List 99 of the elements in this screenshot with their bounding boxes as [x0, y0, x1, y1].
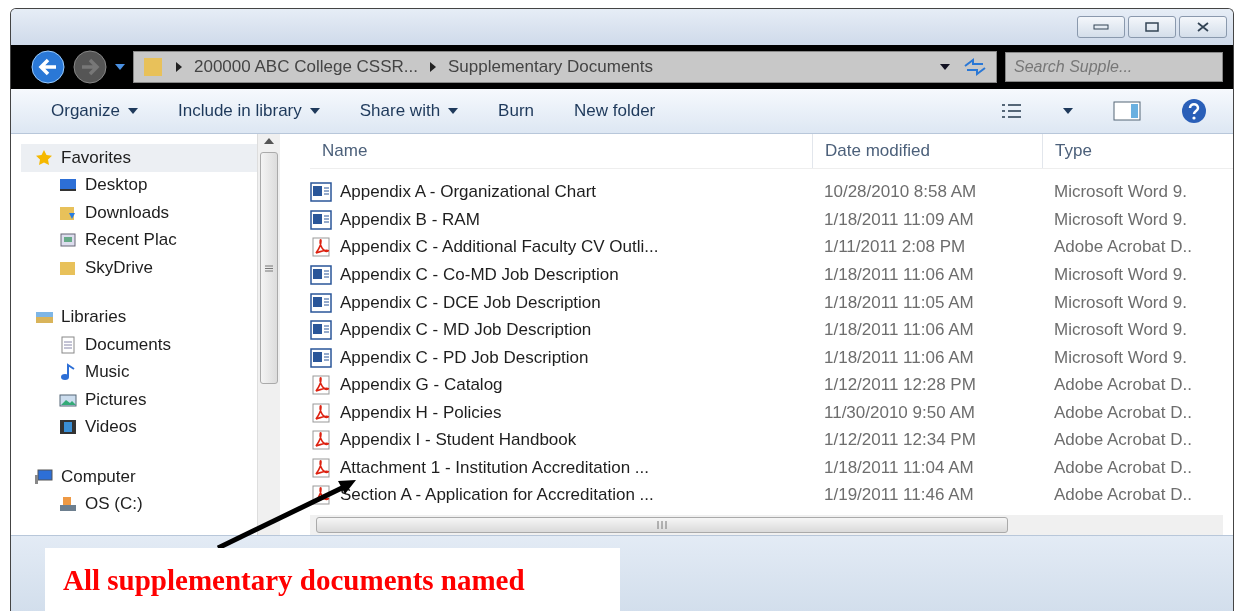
music-note-icon — [59, 363, 77, 382]
navigation-item[interactable]: Pictures — [21, 386, 257, 414]
minimize-icon — [1093, 24, 1109, 30]
date-cell-text: 1/11/2011 2:08 PM — [823, 237, 967, 258]
file-name[interactable]: Section A - Application for Accreditation ... — [310, 485, 812, 506]
type-cell-text: Adobe Acrobat D.. — [1053, 485, 1193, 506]
toolbar-button[interactable]: Burn — [498, 101, 534, 121]
column-header[interactable]: Name — [310, 134, 812, 168]
search-field[interactable]: Search Supple... — [1005, 52, 1223, 82]
caret-icon — [1063, 108, 1073, 114]
toolbar-button[interactable]: Organize — [51, 101, 138, 121]
breadcrumb-arrow-icon — [176, 62, 182, 72]
column-header[interactable]: Date modified — [812, 134, 1042, 168]
navigation-item[interactable]: SkyDrive — [21, 254, 257, 282]
date-cell-text: 1/12/2011 12:28 PM — [823, 375, 977, 396]
navigation-group[interactable]: Favorites — [21, 144, 257, 172]
navigation-item[interactable]: Music — [21, 358, 257, 386]
file-name[interactable]: Appendix A - Organizational Chart — [310, 182, 812, 203]
file-name[interactable]: Appendix C - Co-MD Job Description — [310, 264, 812, 285]
toolbar-button[interactable]: New folder — [574, 101, 656, 121]
navigation-item[interactable]: Recent Plac — [21, 226, 257, 254]
navigation-group[interactable]: Libraries — [21, 303, 257, 331]
type-cell-text: Microsoft Word 9. — [1053, 264, 1188, 285]
date-cell-text: 1/18/2011 11:06 AM — [823, 320, 975, 341]
pdf-document-icon — [310, 237, 332, 258]
breadcrumb-segment[interactable]: 200000 ABC College CSSR... — [194, 57, 418, 77]
window-stack-icon — [59, 231, 77, 250]
date-cell-text: 11/30/2010 9:50 AM — [823, 402, 976, 423]
pdf-document-icon — [310, 430, 332, 451]
navigation-group[interactable]: Computer — [21, 463, 257, 491]
maximize-icon — [1145, 22, 1159, 32]
type-cell-text: Adobe Acrobat D.. — [1053, 237, 1193, 258]
breadcrumb-segment[interactable]: Supplementary Documents — [447, 57, 653, 77]
minimize-button[interactable] — [1077, 16, 1125, 38]
toolbar-button[interactable]: Share with — [359, 101, 459, 121]
type-cell-text: Microsoft Word 9. — [1053, 182, 1188, 203]
view-list-icon[interactable] — [1001, 103, 1023, 119]
word-document-icon — [310, 209, 332, 230]
navigation-item[interactable]: OS (C:) — [21, 490, 257, 518]
column-header[interactable]: Type — [1042, 134, 1233, 168]
file-name[interactable]: Appendix I - Student Handbook — [310, 430, 812, 451]
address-bar[interactable]: 200000 ABC College CSSR... Supplementary Documents — [133, 51, 997, 83]
file-name[interactable]: Appendix C - DCE Job Description — [310, 292, 812, 313]
type-cell-text: Microsoft Word 9. — [1053, 209, 1188, 230]
document-icon — [59, 335, 77, 354]
film-icon — [59, 418, 77, 437]
file-name[interactable]: Appendix C - PD Job Description — [310, 347, 812, 368]
word-document-icon — [310, 347, 332, 368]
navigation-item[interactable]: Videos — [21, 413, 257, 441]
date-cell-text: 10/28/2010 8:58 AM — [823, 182, 978, 203]
navigation-item[interactable]: Desktop — [21, 171, 257, 199]
type-cell-text: Microsoft Word 9. — [1053, 347, 1188, 368]
file-name[interactable]: Appendix B - RAM — [310, 209, 812, 230]
file-name[interactable]: Appendix H - Policies — [310, 402, 812, 423]
help-icon[interactable] — [1181, 98, 1207, 124]
callout-text: All supplementary documents named — [63, 564, 525, 596]
file-name[interactable]: Attachment 1 - Institution Accreditation ... — [310, 457, 812, 478]
grip-icon — [265, 264, 273, 272]
navigation-item[interactable]: Downloads — [21, 199, 257, 227]
word-document-icon — [310, 264, 332, 285]
dropdown-caret-icon[interactable] — [115, 64, 125, 70]
computer-icon — [35, 467, 53, 486]
date-cell-text: 1/18/2011 11:05 AM — [823, 292, 975, 313]
word-document-icon — [310, 292, 332, 313]
date-cell-text: 1/18/2011 11:04 AM — [823, 457, 975, 478]
folder-icon — [142, 56, 164, 78]
file-name[interactable]: Appendix C - MD Job Description — [310, 320, 812, 341]
word-document-icon — [310, 182, 332, 203]
maximize-button[interactable] — [1128, 16, 1176, 38]
vertical-scrollbar[interactable] — [257, 134, 280, 535]
close-icon — [1197, 22, 1209, 32]
type-cell-text: Adobe Acrobat D.. — [1053, 430, 1193, 451]
type-cell-text: Adobe Acrobat D.. — [1053, 457, 1193, 478]
word-document-icon — [310, 320, 332, 341]
toolbar-button[interactable]: Include in library — [178, 101, 320, 121]
pdf-document-icon — [310, 375, 332, 396]
navigation-item[interactable]: Documents — [21, 331, 257, 359]
date-cell-text: 1/18/2011 11:06 AM — [823, 264, 975, 285]
star-icon — [35, 148, 53, 167]
date-cell-text: 1/18/2011 11:06 AM — [823, 347, 975, 368]
scroll-up-arrow-icon[interactable] — [264, 138, 274, 144]
date-cell-text: 1/18/2011 11:09 AM — [823, 209, 975, 230]
pdf-document-icon — [310, 457, 332, 478]
horizontal-scrollbar[interactable] — [310, 515, 1223, 535]
date-cell-text: 1/19/2011 11:46 AM — [823, 485, 975, 506]
type-cell-text: Microsoft Word 9. — [1053, 320, 1188, 341]
type-cell-text: Microsoft Word 9. — [1053, 292, 1188, 313]
pdf-document-icon — [310, 402, 332, 423]
type-cell-text: Adobe Acrobat D.. — [1053, 375, 1193, 396]
grip-icon — [656, 521, 668, 530]
breadcrumb-arrow-icon — [429, 62, 436, 72]
date-cell-text: 1/12/2011 12:34 PM — [823, 430, 977, 451]
file-name[interactable]: Appendix C - Additional Faculty CV Outli... — [310, 237, 812, 258]
caret-icon — [940, 64, 950, 70]
type-cell-text: Adobe Acrobat D.. — [1053, 402, 1193, 423]
file-name[interactable]: Appendix G - Catalog — [310, 375, 812, 396]
close-button[interactable] — [1179, 16, 1227, 38]
refresh-arrows-icon[interactable] — [962, 57, 988, 77]
drive-icon — [59, 495, 77, 514]
